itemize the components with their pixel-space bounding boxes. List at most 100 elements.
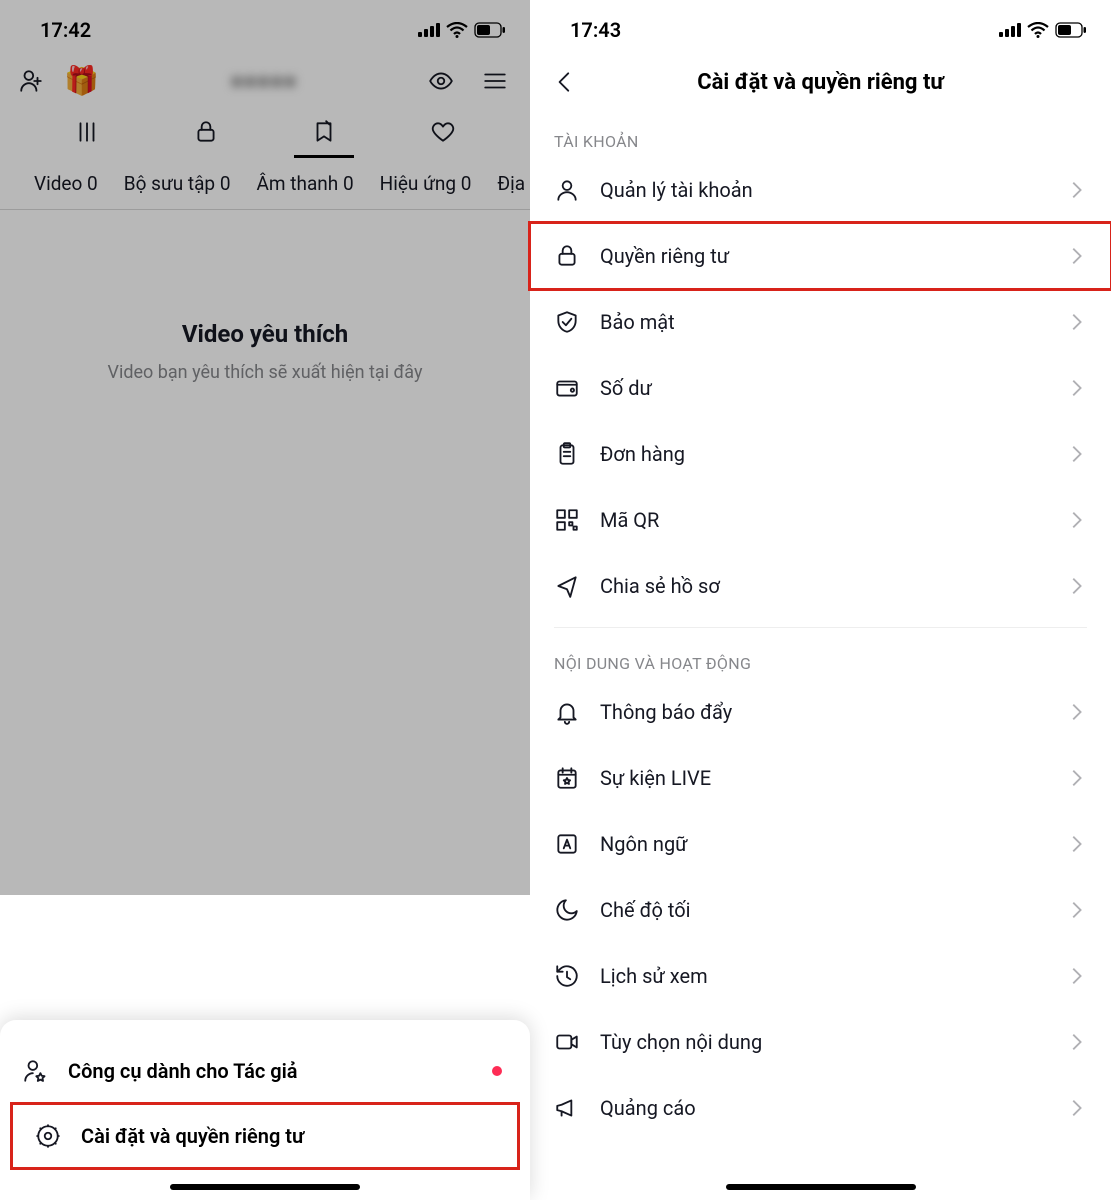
subtab-video[interactable]: Video 0 — [34, 172, 98, 195]
calendar-star-icon — [554, 765, 580, 791]
cellular-icon — [999, 23, 1021, 37]
lock-icon — [554, 243, 580, 269]
sheet-settings[interactable]: Cài đặt và quyền riêng tư — [10, 1102, 520, 1170]
row-label: Ngôn ngữ — [600, 832, 1045, 856]
page-title: Cài đặt và quyền riêng tư — [697, 70, 944, 95]
chevron-right-icon — [1065, 575, 1087, 597]
tab-liked[interactable] — [413, 119, 473, 158]
heart-icon — [430, 119, 456, 145]
qr-icon — [554, 507, 580, 533]
chevron-right-icon — [1065, 509, 1087, 531]
shield-icon — [554, 309, 580, 335]
chevron-right-icon — [1065, 1031, 1087, 1053]
sheet-creator-label: Công cụ dành cho Tác giả — [68, 1059, 298, 1083]
subtab-sound[interactable]: Âm thanh 0 — [257, 172, 354, 195]
chevron-right-icon — [1065, 443, 1087, 465]
row-ads[interactable]: Quảng cáo — [530, 1075, 1111, 1141]
chevron-right-icon — [1065, 767, 1087, 789]
empty-state: Video yêu thích Video bạn yêu thích sẽ x… — [0, 320, 530, 383]
sheet-creator-tools[interactable]: Công cụ dành cho Tác giả — [0, 1040, 530, 1102]
clipboard-icon — [554, 441, 580, 467]
sheet-settings-label: Cài đặt và quyền riêng tư — [81, 1124, 304, 1148]
home-indicator — [170, 1184, 360, 1190]
row-language[interactable]: Ngôn ngữ — [530, 811, 1111, 877]
person-icon — [554, 177, 580, 203]
battery-icon — [474, 22, 506, 38]
status-bar: 17:43 — [530, 0, 1111, 50]
tab-private[interactable] — [176, 119, 236, 158]
add-friend-icon[interactable] — [18, 68, 44, 94]
row-content-preferences[interactable]: Tùy chọn nội dung — [530, 1009, 1111, 1075]
profile-username[interactable]: ●●●●● — [230, 68, 296, 94]
row-orders[interactable]: Đơn hàng — [530, 421, 1111, 487]
row-label: Mã QR — [600, 508, 1045, 532]
chevron-right-icon — [1065, 245, 1087, 267]
tab-bookmark[interactable] — [294, 119, 354, 158]
row-label: Số dư — [600, 376, 1045, 400]
subtab-collection[interactable]: Bộ sưu tập 0 — [124, 172, 231, 195]
subtab-effect[interactable]: Hiệu ứng 0 — [380, 172, 472, 195]
menu-sheet: Công cụ dành cho Tác giả Cài đặt và quyề… — [0, 1020, 530, 1200]
row-label: Thông báo đẩy — [600, 700, 1045, 724]
row-label: Tùy chọn nội dung — [600, 1030, 1045, 1054]
megaphone-icon — [554, 1095, 580, 1121]
section-divider — [554, 627, 1087, 628]
letter-a-icon — [554, 831, 580, 857]
battery-icon — [1055, 22, 1087, 38]
wifi-icon — [446, 22, 468, 38]
wifi-icon — [1027, 22, 1049, 38]
history-icon — [554, 963, 580, 989]
row-balance[interactable]: Số dư — [530, 355, 1111, 421]
row-label: Đơn hàng — [600, 442, 1045, 466]
moon-icon — [554, 897, 580, 923]
row-dark-mode[interactable]: Chế độ tối — [530, 877, 1111, 943]
status-icons — [999, 22, 1087, 38]
chevron-right-icon — [1065, 701, 1087, 723]
gear-outline-icon — [35, 1123, 61, 1149]
status-time: 17:42 — [40, 18, 91, 42]
profile-tabs — [0, 107, 530, 158]
subtab-place[interactable]: Địa — [497, 172, 525, 195]
chevron-left-icon — [552, 69, 578, 95]
row-label: Lịch sử xem — [600, 964, 1045, 988]
status-icons — [418, 22, 506, 38]
chevron-right-icon — [1065, 179, 1087, 201]
chevron-right-icon — [1065, 377, 1087, 399]
cellular-icon — [418, 23, 440, 37]
person-star-icon — [22, 1058, 48, 1084]
row-security[interactable]: Bảo mật — [530, 289, 1111, 355]
row-label: Quản lý tài khoản — [600, 178, 1045, 202]
back-button[interactable] — [552, 69, 578, 95]
bookmark-icon — [311, 119, 337, 145]
row-label: Quyền riêng tư — [600, 244, 1045, 268]
gift-icon[interactable]: 🎁 — [64, 64, 99, 97]
video-icon — [554, 1029, 580, 1055]
empty-title: Video yêu thích — [0, 320, 530, 348]
home-indicator — [726, 1184, 916, 1190]
grid-icon — [74, 119, 100, 145]
chevron-right-icon — [1065, 311, 1087, 333]
eye-icon[interactable] — [428, 68, 454, 94]
empty-body: Video bạn yêu thích sẽ xuất hiện tại đây — [0, 362, 530, 383]
tab-grid[interactable] — [57, 119, 117, 158]
row-push-notifications[interactable]: Thông báo đẩy — [530, 679, 1111, 745]
row-watch-history[interactable]: Lịch sử xem — [530, 943, 1111, 1009]
row-share-profile[interactable]: Chia sẻ hồ sơ — [530, 553, 1111, 619]
status-time: 17:43 — [570, 18, 621, 42]
wallet-icon — [554, 375, 580, 401]
chevron-right-icon — [1065, 833, 1087, 855]
chevron-right-icon — [1065, 965, 1087, 987]
lock-icon — [193, 119, 219, 145]
row-label: Bảo mật — [600, 310, 1045, 334]
notification-dot — [492, 1066, 502, 1076]
settings-header: Cài đặt và quyền riêng tư — [530, 50, 1111, 114]
profile-header: 🎁 ●●●●● — [0, 50, 530, 107]
hamburger-icon[interactable] — [482, 68, 508, 94]
row-label: Chia sẻ hồ sơ — [600, 574, 1045, 598]
chevron-right-icon — [1065, 1097, 1087, 1119]
row-qr[interactable]: Mã QR — [530, 487, 1111, 553]
status-bar: 17:42 — [0, 0, 530, 50]
row-privacy[interactable]: Quyền riêng tư — [530, 223, 1111, 289]
row-manage-account[interactable]: Quản lý tài khoản — [530, 157, 1111, 223]
row-live-events[interactable]: Sự kiện LIVE — [530, 745, 1111, 811]
